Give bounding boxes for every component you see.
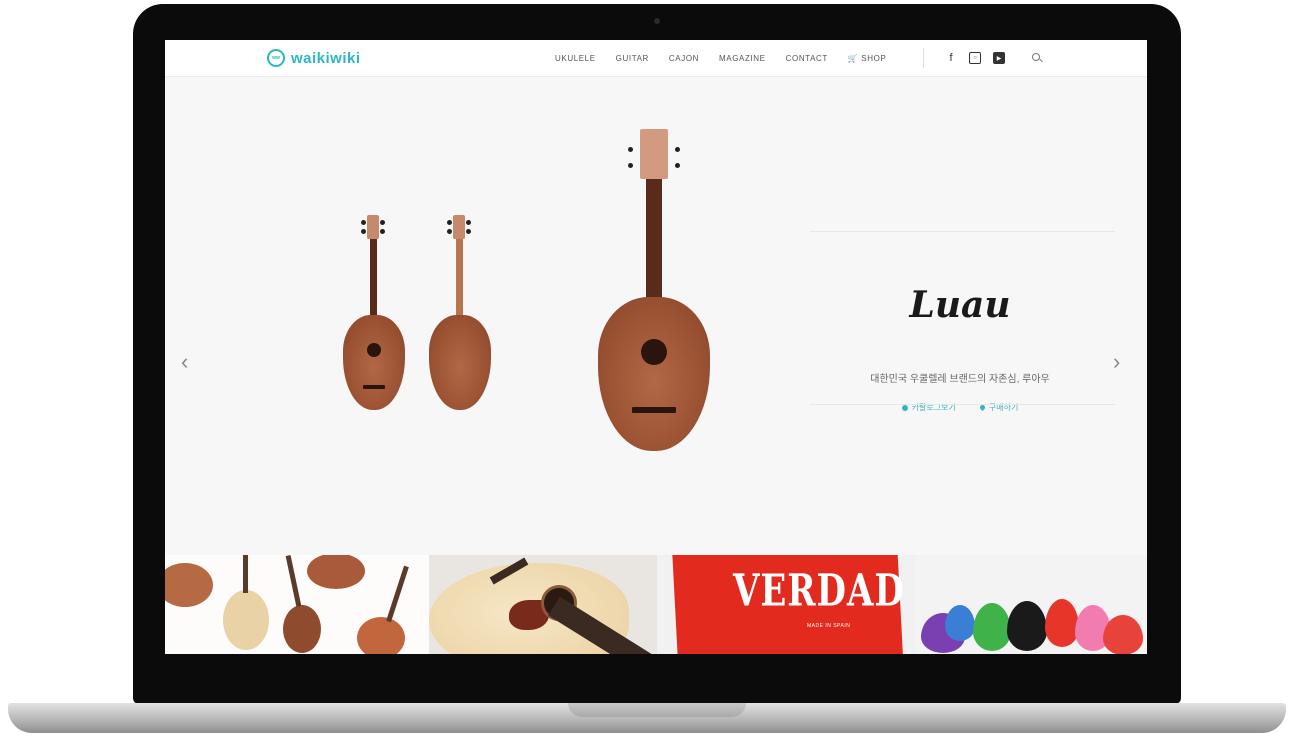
ukulele-back-image <box>425 215 495 415</box>
slider-prev-button[interactable]: ‹ <box>181 349 188 375</box>
ukulele-large-image <box>598 129 710 451</box>
verdad-logo-text: VERDAD <box>733 565 905 617</box>
shaker-egg <box>945 605 975 641</box>
nav-item-contact[interactable]: CONTACT <box>786 54 828 63</box>
nav-item-cajon[interactable]: CAJON <box>669 54 699 63</box>
shaker-egg <box>973 603 1011 651</box>
nav-item-magazine[interactable]: MAGAZINE <box>719 54 766 63</box>
ukulele-thumb <box>283 605 321 653</box>
laptop-notch <box>568 703 746 717</box>
facebook-icon[interactable]: f <box>945 52 957 64</box>
shaker-egg <box>1045 599 1079 647</box>
verdad-subtitle: MADE IN SPAIN <box>807 623 851 629</box>
site-logo[interactable]: ww waikiwiki <box>267 47 361 69</box>
camera-icon <box>654 18 660 24</box>
banner-verdad[interactable]: VERDAD MADE IN SPAIN <box>657 555 915 654</box>
youtube-icon[interactable]: ▶ <box>993 52 1005 64</box>
banner-shakers[interactable] <box>915 555 1147 654</box>
nav-item-shop[interactable]: 🛒 SHOP <box>848 54 886 63</box>
cart-icon: 🛒 <box>847 53 859 63</box>
nav-item-guitar[interactable]: GUITAR <box>616 54 649 63</box>
ukulele-thumb <box>307 555 365 589</box>
heart-icon <box>978 403 986 412</box>
nav-divider <box>923 48 924 68</box>
hero-slider: ‹ › Luau 대한민국 우쿨렐레 브랜드의 자존심, 루아우 카탈로그보기 … <box>165 77 1147 572</box>
main-nav: UKULELE GUITAR CAJON MAGAZINE CONTACT 🛒 … <box>555 40 906 76</box>
nav-item-ukulele[interactable]: UKULELE <box>555 54 596 63</box>
social-links: f ○ ▶ <box>945 40 1043 76</box>
ukulele-front-image <box>339 215 409 415</box>
instagram-icon[interactable]: ○ <box>969 52 981 64</box>
banner-guitar[interactable] <box>429 555 657 654</box>
slide-divider-bottom <box>810 404 1115 405</box>
logo-badge-icon: ww <box>267 49 285 67</box>
nav-item-shop-label: SHOP <box>861 53 887 63</box>
search-icon[interactable] <box>1031 52 1043 64</box>
banner-ukuleles[interactable] <box>165 555 429 654</box>
ukulele-thumb <box>223 590 269 650</box>
site-header: ww waikiwiki UKULELE GUITAR CAJON MAGAZI… <box>165 40 1147 77</box>
shaker-egg <box>1007 601 1047 651</box>
shaker-egg <box>1103 615 1143 654</box>
ukulele-thumb <box>165 563 213 607</box>
logo-text: waikiwiki <box>291 49 361 67</box>
slide-divider-top <box>810 231 1115 232</box>
ukulele-thumb <box>357 617 405 654</box>
screen: ww waikiwiki UKULELE GUITAR CAJON MAGAZI… <box>165 40 1147 654</box>
slide-tagline: 대한민국 우쿨렐레 브랜드의 자존심, 루아우 <box>870 374 1050 385</box>
search-small-icon <box>901 404 908 411</box>
slide-brand-title: Luau <box>909 284 1011 326</box>
